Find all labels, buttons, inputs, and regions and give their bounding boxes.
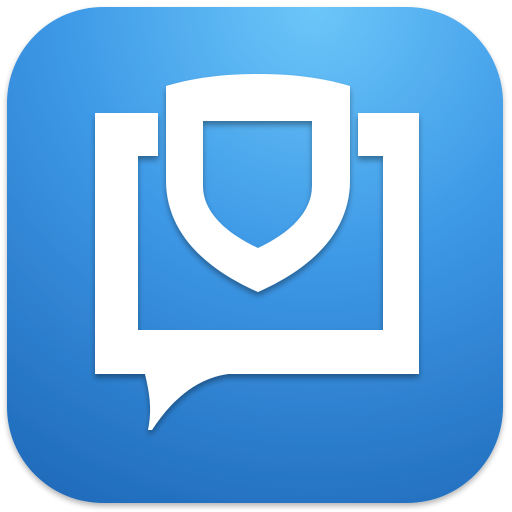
- app-icon[interactable]: [0, 0, 512, 512]
- secure-chat-shield-icon: [7, 7, 503, 503]
- icon-canvas: [0, 0, 512, 512]
